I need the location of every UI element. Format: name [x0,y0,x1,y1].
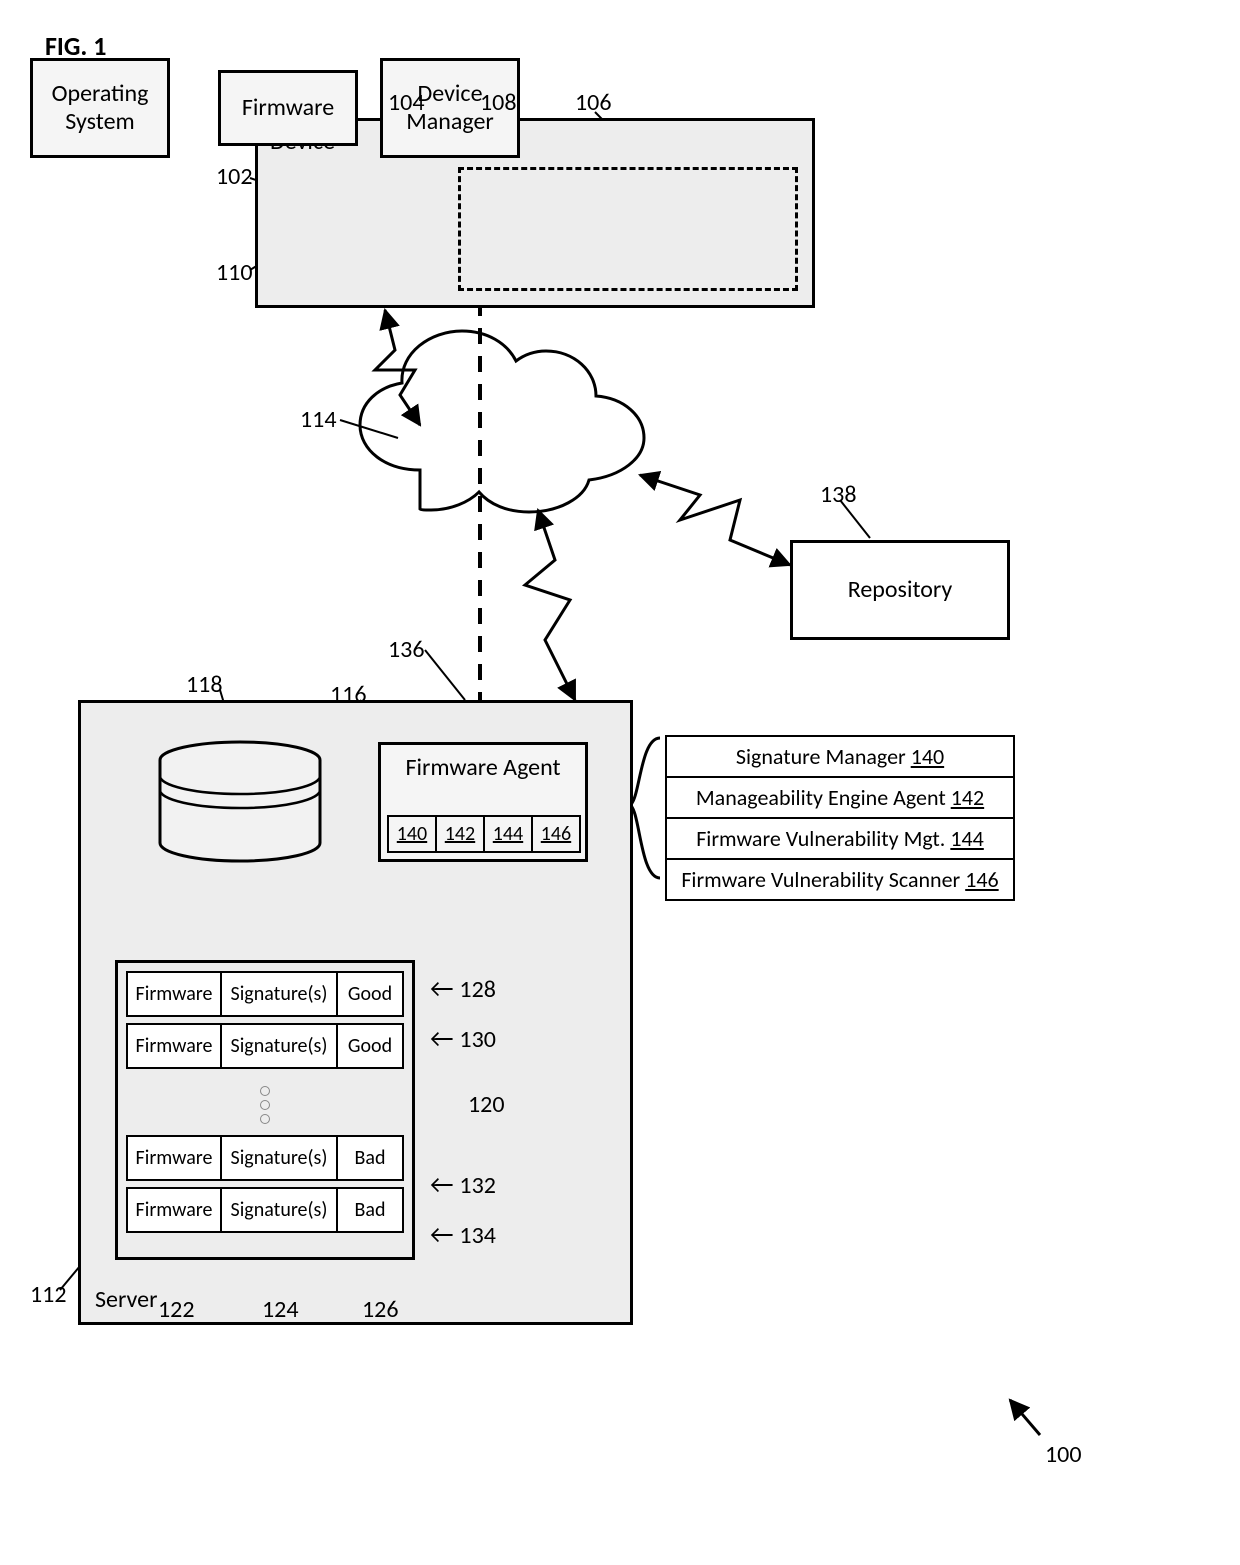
rec-0-c1: Firmware [126,971,222,1017]
legend-row-3: Firmware Vulnerability Scanner 146 [667,860,1013,899]
legend-text-3: Firmware Vulnerability Scanner [681,866,960,893]
rec-2-c1: Firmware [126,1135,222,1181]
link-cloud-server [525,510,575,700]
server-title: Server [95,1285,157,1314]
ref-118: 118 [186,670,223,699]
legend-ref-1: 142 [951,784,984,811]
arrow-130: ← 130 [430,1022,496,1054]
legend-row-0: Signature Manager 140 [667,737,1013,778]
brace-legend [630,738,660,878]
ref-122: 122 [158,1295,195,1324]
ref-132: 132 [459,1171,496,1200]
device-os-box: Operating System [30,58,170,158]
database-icon [150,738,330,868]
device-dashed-group [458,167,798,291]
device-firmware-box: Firmware [218,70,358,146]
rec-1-c2: Signature(s) [220,1023,338,1069]
rec-0-c2: Signature(s) [220,971,338,1017]
ref-126: 126 [362,1295,399,1324]
ref-104: 104 [388,88,425,117]
rec-3-c3: Bad [336,1187,404,1233]
ref-136: 136 [388,635,425,664]
fa-cell-140: 140 [387,815,437,853]
ref-106: 106 [575,88,612,117]
ref-128: 128 [459,975,496,1004]
rec-1-c1: Firmware [126,1023,222,1069]
record-row-1: Firmware Signature(s) Good [126,1023,404,1069]
device-os-label: Operating System [52,80,149,135]
ref-100: 100 [1045,1440,1082,1469]
device-box: Device [255,118,815,308]
ref-130: 130 [459,1025,496,1054]
record-row-0: Firmware Signature(s) Good [126,971,404,1017]
legend-row-2: Firmware Vulnerability Mgt. 144 [667,819,1013,860]
arrow-128: ← 128 [430,972,496,1004]
legend-ref-3: 146 [965,866,998,893]
ref-138: 138 [820,480,857,509]
ref-102: 102 [216,162,253,191]
rec-0-c3: Good [336,971,404,1017]
rec-1-c3: Good [336,1023,404,1069]
cloud-icon [360,331,644,512]
legend-ref-0: 140 [911,743,944,770]
figure-page: FIG. 1 [0,0,1240,1565]
fa-cell-146: 146 [531,815,581,853]
record-row-3: Firmware Signature(s) Bad [126,1187,404,1233]
firmware-agent-title: Firmware Agent [381,753,585,782]
ref-134: 134 [459,1221,496,1250]
rec-2-c2: Signature(s) [220,1135,338,1181]
arrow-134: ← 134 [430,1218,496,1250]
ref-108: 108 [480,88,517,117]
rec-3-c1: Firmware [126,1187,222,1233]
legend-table: Signature Manager 140 Manageability Engi… [665,735,1015,901]
records-ellipsis [126,1075,404,1135]
firmware-agent-box: Firmware Agent 140 142 144 146 [378,742,588,862]
device-firmware-label: Firmware [242,94,334,122]
ref-114: 114 [300,405,337,434]
ref-120: 120 [468,1090,505,1119]
arrow-132: ← 132 [430,1168,496,1200]
link-device-cloud [375,310,420,425]
firmware-agent-cells: 140 142 144 146 [387,815,579,853]
record-row-2: Firmware Signature(s) Bad [126,1135,404,1181]
legend-text-0: Signature Manager [736,743,906,770]
ref-116: 116 [330,680,367,709]
ref-110: 110 [216,258,253,287]
fa-cell-142: 142 [435,815,485,853]
link-cloud-repo [640,475,790,565]
legend-text-2: Firmware Vulnerability Mgt. [696,825,945,852]
legend-ref-2: 144 [950,825,983,852]
fa-cell-144: 144 [483,815,533,853]
legend-text-1: Manageability Engine Agent [696,784,946,811]
ref-112: 112 [30,1280,67,1309]
rec-2-c3: Bad [336,1135,404,1181]
legend-row-1: Manageability Engine Agent 142 [667,778,1013,819]
repository-box: Repository [790,540,1010,640]
records-table: Firmware Signature(s) Good Firmware Sign… [115,960,415,1260]
repository-label: Repository [848,576,953,604]
ref-124: 124 [262,1295,299,1324]
rec-3-c2: Signature(s) [220,1187,338,1233]
